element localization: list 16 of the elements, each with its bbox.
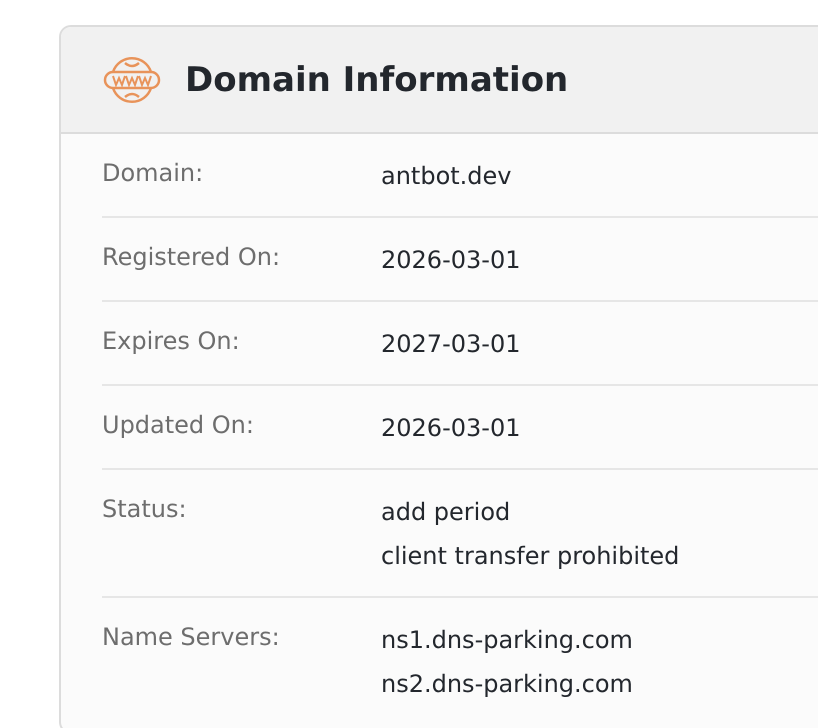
- field-label: Registered On:: [102, 242, 282, 273]
- field-value: ns2.dns-parking.com: [381, 669, 634, 700]
- field-label: Domain:: [102, 158, 204, 189]
- field-value: add period: [381, 497, 512, 528]
- field-label: Updated On:: [102, 410, 255, 441]
- field-value: client transfer prohibited: [381, 541, 680, 572]
- field-value: 2026-03-01: [381, 413, 522, 444]
- field-value: antbot.dev: [381, 161, 512, 192]
- www-globe-icon: [103, 54, 161, 104]
- field-label: Status:: [102, 494, 188, 525]
- field-value: ns1.dns-parking.com: [381, 625, 634, 656]
- field-label: Expires On:: [102, 326, 241, 357]
- field-label: Name Servers:: [102, 622, 281, 653]
- field-value: 2026-03-01: [381, 245, 522, 276]
- card-title: Domain Information: [185, 60, 568, 100]
- field-value: 2027-03-01: [381, 329, 522, 360]
